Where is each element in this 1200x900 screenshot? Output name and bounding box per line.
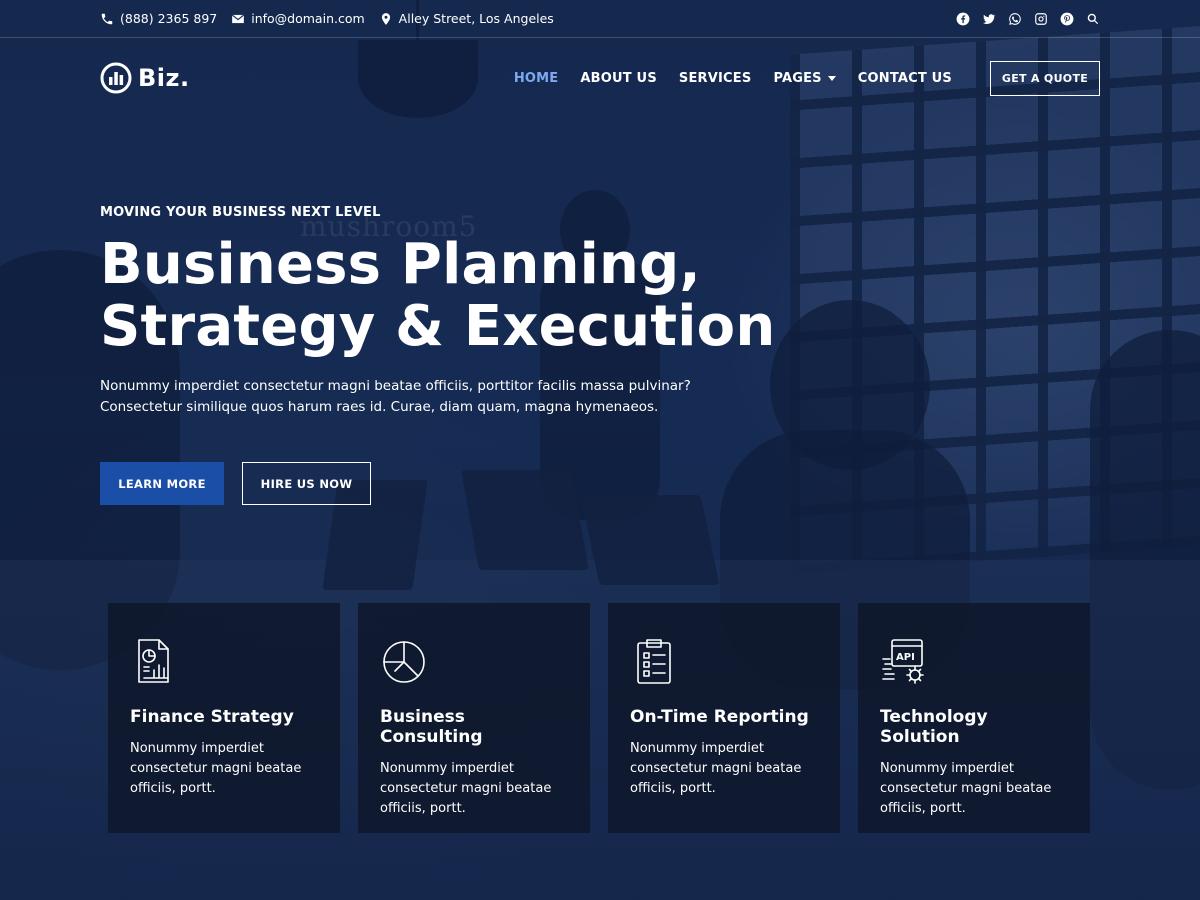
nav-item-contact-us[interactable]: CONTACT US — [858, 71, 952, 86]
learn-more-button[interactable]: LEARN MORE — [100, 462, 224, 505]
hero-lead-line-2: Consectetur similique quos harum raes id… — [100, 399, 659, 415]
chevron-down-icon — [827, 75, 836, 81]
service-card-text: Nonummy imperdiet consectetur magni beat… — [630, 741, 802, 796]
pie-chart-icon — [382, 637, 426, 685]
email-contact[interactable]: info@domain.com — [231, 11, 365, 26]
hero-buttons: LEARN MORE HIRE US NOW — [100, 462, 900, 505]
main-navigation: Biz. HOME ABOUT US SERVICES PAGES CONTAC… — [0, 39, 1200, 117]
service-card-technology-solution[interactable]: API Technology Solution Nonummy imperdie… — [858, 603, 1090, 833]
address-contact: Alley Street, Los Angeles — [379, 11, 554, 26]
get-a-quote-button[interactable]: GET A QUOTE — [990, 60, 1100, 96]
hero-lead-text: Nonummy imperdiet consectetur magni beat… — [100, 376, 740, 418]
facebook-icon[interactable] — [956, 12, 970, 26]
whatsapp-icon[interactable] — [1008, 12, 1022, 26]
nav-item-label: ABOUT US — [580, 70, 657, 86]
map-pin-icon — [379, 12, 393, 26]
nav-item-about-us[interactable]: ABOUT US — [580, 71, 657, 86]
service-card-text: Nonummy imperdiet consectetur magni beat… — [380, 761, 552, 816]
hero-lead-line-1: Nonummy imperdiet consectetur magni beat… — [100, 378, 691, 394]
phone-contact[interactable]: (888) 2365 897 — [100, 11, 217, 26]
hero-section: MOVING YOUR BUSINESS NEXT LEVEL Business… — [100, 205, 900, 505]
service-card-business-consulting[interactable]: Business Consulting Nonummy imperdiet co… — [358, 603, 590, 833]
search-icon[interactable] — [1086, 12, 1100, 26]
nav-menu: HOME ABOUT US SERVICES PAGES CONTACT US — [514, 71, 952, 86]
logo-chart-icon — [100, 62, 132, 94]
twitter-icon[interactable] — [982, 12, 996, 26]
nav-item-label: HOME — [513, 70, 559, 86]
service-cards: Finance Strategy Nonummy imperdiet conse… — [108, 603, 1090, 833]
contact-info: (888) 2365 897 info@domain.com Alley Str… — [100, 11, 554, 26]
nav-item-home[interactable]: HOME — [514, 71, 559, 86]
email-address: info@domain.com — [251, 11, 365, 26]
phone-number: (888) 2365 897 — [120, 11, 218, 26]
service-card-finance-strategy[interactable]: Finance Strategy Nonummy imperdiet conse… — [108, 603, 340, 833]
phone-icon — [100, 12, 114, 26]
social-links — [956, 12, 1100, 26]
street-address: Alley Street, Los Angeles — [398, 11, 554, 26]
top-info-bar: (888) 2365 897 info@domain.com Alley Str… — [0, 0, 1200, 38]
nav-item-label: SERVICES — [678, 70, 752, 86]
envelope-icon — [231, 12, 245, 26]
nav-item-label: PAGES — [773, 70, 822, 86]
hire-us-now-button[interactable]: HIRE US NOW — [242, 462, 371, 505]
pinterest-icon[interactable] — [1060, 12, 1074, 26]
finance-report-icon — [132, 637, 176, 685]
hero-headline-line-1: Business Planning, — [100, 232, 701, 297]
api-gear-icon: API — [882, 637, 926, 685]
hero-headline: Business Planning, Strategy & Execution — [100, 234, 900, 358]
service-card-title: On-Time Reporting — [630, 707, 809, 727]
hero-eyebrow: MOVING YOUR BUSINESS NEXT LEVEL — [100, 205, 381, 220]
clipboard-checklist-icon — [632, 637, 676, 685]
hero-headline-line-2: Strategy & Execution — [100, 294, 776, 359]
svg-text:API: API — [896, 652, 915, 663]
nav-item-label: CONTACT US — [857, 70, 952, 86]
service-card-title: Technology Solution — [880, 707, 988, 747]
service-card-title: Business Consulting — [380, 707, 483, 747]
service-card-title: Finance Strategy — [130, 707, 294, 727]
service-card-text: Nonummy imperdiet consectetur magni beat… — [130, 741, 302, 796]
nav-item-pages[interactable]: PAGES — [773, 70, 836, 86]
logo-text: Biz. — [138, 64, 190, 92]
service-card-text: Nonummy imperdiet consectetur magni beat… — [880, 761, 1052, 816]
nav-item-services[interactable]: SERVICES — [679, 71, 752, 86]
instagram-icon[interactable] — [1034, 12, 1048, 26]
service-card-on-time-reporting[interactable]: On-Time Reporting Nonummy imperdiet cons… — [608, 603, 840, 833]
site-logo[interactable]: Biz. — [100, 62, 190, 94]
